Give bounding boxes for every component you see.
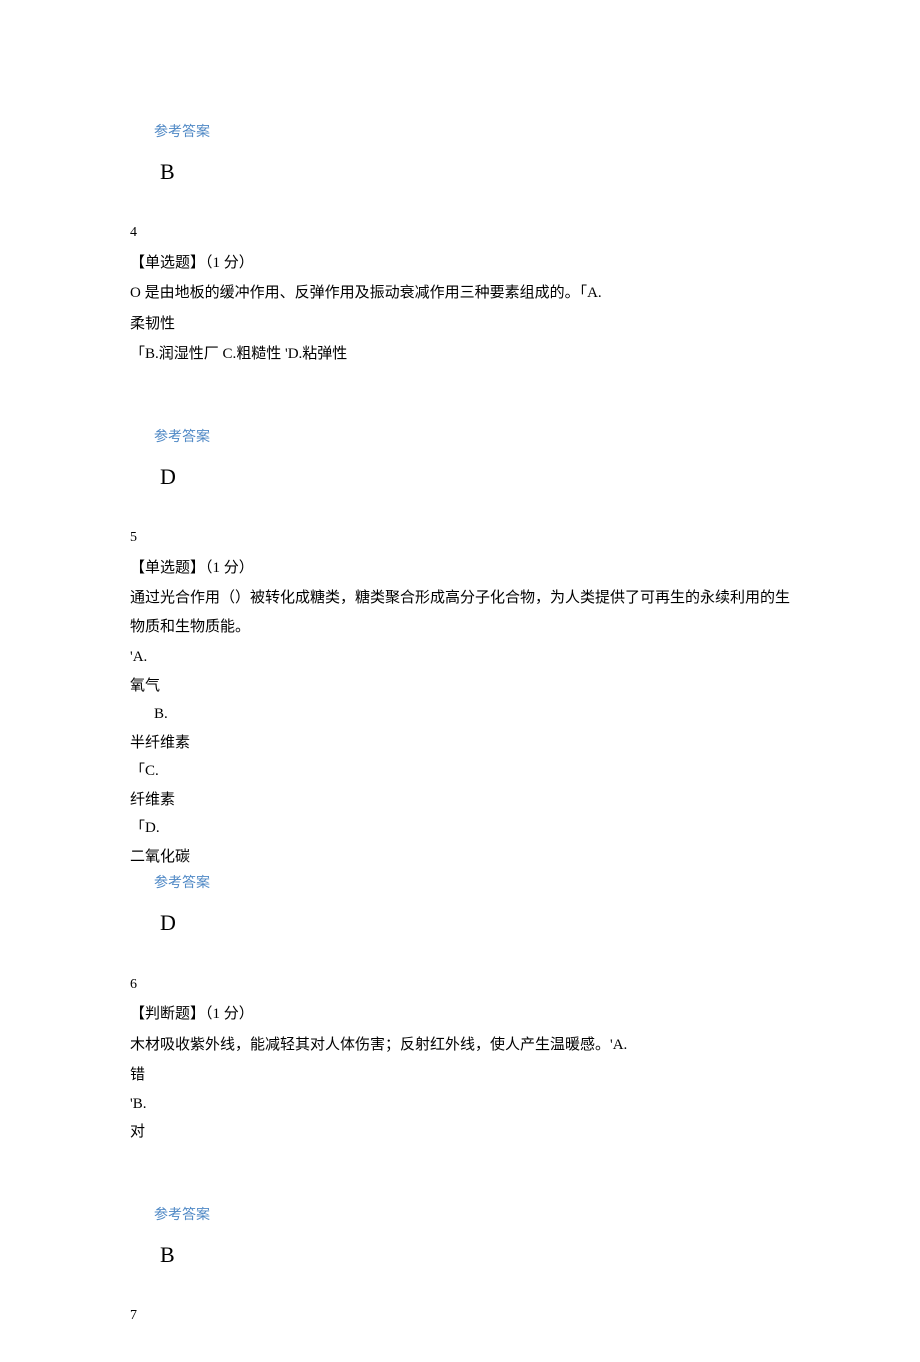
- option-b-mark-6: 'B.: [130, 1090, 790, 1119]
- option-a-text-5: 氧气: [130, 672, 790, 701]
- option-b-text-6: 对: [130, 1118, 790, 1147]
- question-type-5: 【单选题】（1 分）: [130, 554, 790, 583]
- question-text-5: 通过光合作用（）被转化成糖类，糖类聚合形成高分子化合物，为人类提供了可再生的永续…: [130, 584, 790, 641]
- ref-answer-label-q5: 参考答案: [154, 871, 790, 898]
- question-number-7: 7: [130, 1303, 790, 1330]
- option-c-mark-5: 「C.: [130, 757, 790, 786]
- question-number-4: 4: [130, 220, 790, 247]
- answer-q3: B: [160, 151, 790, 193]
- question-type-6: 【判断题】（1 分）: [130, 1000, 790, 1029]
- ref-answer-label-q4: 参考答案: [154, 425, 790, 452]
- question-type-4: 【单选题】（1 分）: [130, 249, 790, 278]
- question-4-options: 「B.润湿性厂 C.粗糙性 'D.粘弹性: [130, 340, 790, 369]
- question-number-6: 6: [130, 972, 790, 999]
- option-b-text-5: 半纤维素: [130, 729, 790, 758]
- ref-answer-label-q3: 参考答案: [154, 120, 790, 147]
- answer-q5: D: [160, 902, 790, 944]
- answer-q6: B: [160, 1234, 790, 1276]
- question-text-6: 木材吸收紫外线，能减轻其对人体伤害；反射红外线，使人产生温暖感。'A.: [130, 1031, 790, 1060]
- answer-q4: D: [160, 456, 790, 498]
- ref-answer-label-q6: 参考答案: [154, 1203, 790, 1230]
- option-d-mark-5: 「D.: [130, 814, 790, 843]
- option-d-text-5: 二氧化碳: [130, 843, 790, 872]
- option-a-mark-5: 'A.: [130, 643, 790, 672]
- question-number-5: 5: [130, 525, 790, 552]
- option-b-mark-5: B.: [154, 700, 790, 729]
- option-c-text-5: 纤维素: [130, 786, 790, 815]
- question-text-4-line2: 柔韧性: [130, 310, 790, 339]
- question-text-4-line1: O 是由地板的缓冲作用、反弹作用及振动衰减作用三种要素组成的。「A.: [130, 279, 790, 308]
- option-a-text-6: 错: [130, 1061, 790, 1090]
